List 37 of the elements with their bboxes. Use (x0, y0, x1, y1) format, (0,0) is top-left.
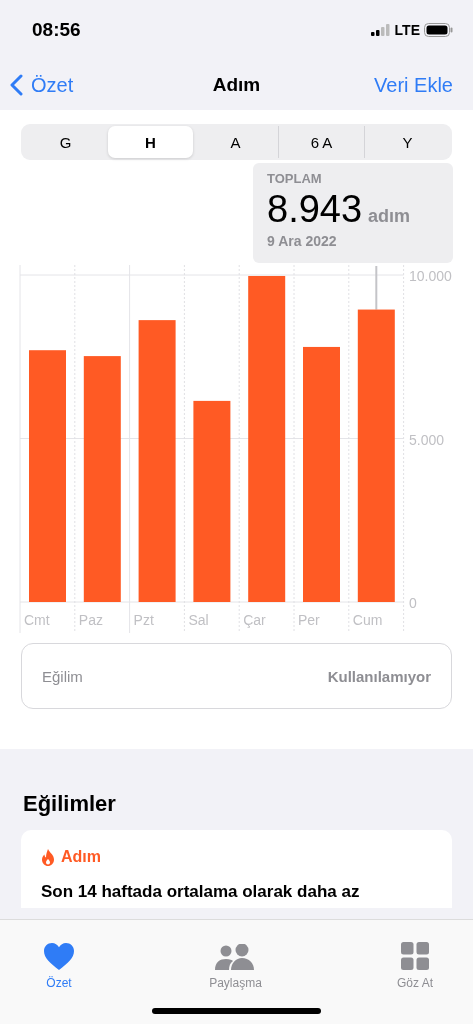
axis-label: 0 (409, 595, 417, 611)
axis-label: 10.000 (409, 268, 452, 284)
flame-icon (41, 848, 55, 866)
signal-icon (370, 24, 391, 36)
period-tab[interactable]: A (193, 126, 278, 158)
trend-text: Son 14 haftada ortalama olarak daha az (41, 882, 361, 902)
period-tab[interactable]: H (108, 126, 193, 158)
section-heading: Eğilimler (23, 791, 117, 817)
status-time: 08:56 (32, 19, 81, 41)
axis-label: Paz (78, 612, 103, 628)
grid-icon (401, 942, 429, 970)
axis-label: 5.000 (409, 431, 445, 448)
summary-label: TOPLAM (267, 171, 323, 186)
heart-icon (44, 943, 74, 970)
axis-label: Cum (352, 612, 383, 628)
people-icon (215, 944, 256, 970)
trend-card[interactable]: Adım Son 14 haftada ortalama olarak daha az (21, 830, 452, 908)
screen-title: Adım (212, 74, 261, 96)
axis-label: Çar (243, 612, 266, 628)
battery-icon (424, 23, 453, 37)
summary-value: 8.943 (267, 188, 363, 231)
axis-label: Per (298, 612, 320, 628)
period-tab[interactable]: G (23, 126, 108, 158)
summary-date: 9 Ara 2022 (267, 233, 338, 249)
tab-item[interactable]: Özet (44, 928, 74, 990)
add-data-button[interactable]: Veri Ekle (374, 73, 453, 97)
axis-label: Sal (188, 612, 209, 628)
leader-line (375, 265, 378, 311)
period-tab[interactable]: Y (364, 126, 450, 158)
summary-unit: adım (368, 206, 411, 227)
axis-label: Pzt (133, 612, 154, 628)
back-chevron-icon (10, 74, 23, 96)
network-label: LTE (394, 22, 420, 38)
category-label: Adım (61, 848, 101, 866)
period-tab[interactable]: 6 A (278, 126, 364, 158)
back-button[interactable]: Özet (10, 73, 74, 97)
axis-label: Cmt (24, 612, 50, 628)
